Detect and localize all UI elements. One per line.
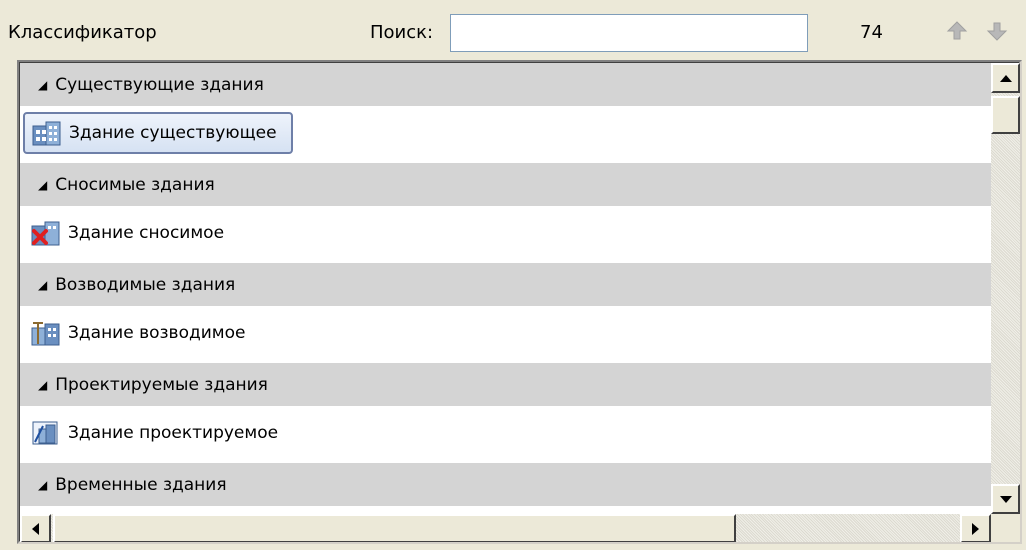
list-item: Здание существующее [20, 106, 991, 163]
scroll-down-arrow-icon [999, 495, 1012, 503]
scroll-up-arrow-icon [999, 74, 1012, 82]
collapse-triangle-icon[interactable]: ◢ [38, 478, 47, 492]
scroll-left-arrow-icon [32, 522, 39, 535]
list-item-label: Здание проектируемое [68, 423, 279, 443]
list-item-label: Здание существующее [69, 123, 277, 143]
list-item: Здание возводимое [20, 306, 991, 363]
scroll-up-button[interactable] [991, 63, 1020, 93]
group-header-demolished[interactable]: ◢ Сносимые здания [20, 163, 991, 206]
list-item: Здание проектируемое [20, 406, 991, 463]
arrow-up-icon[interactable] [944, 18, 970, 44]
scroll-right-button[interactable] [960, 514, 991, 542]
collapse-triangle-icon[interactable]: ◢ [38, 78, 47, 92]
search-input[interactable] [450, 14, 808, 52]
list-item-label: Здание сносимое [68, 223, 225, 243]
list-item-building-under-construction[interactable]: Здание возводимое [23, 312, 260, 354]
group-header-projected[interactable]: ◢ Проектируемые здания [20, 363, 991, 406]
result-count: 74 [860, 22, 883, 43]
list-item-label: Здание возводимое [68, 323, 246, 343]
classifier-panel: ◢ Существующие здания Здание существующе… [17, 60, 1022, 544]
horizontal-scroll-thumb[interactable] [53, 514, 736, 542]
list-item-existing-building[interactable]: Здание существующее [23, 112, 293, 154]
classifier-title: Классификатор [8, 22, 157, 43]
arrow-down-icon[interactable] [984, 18, 1010, 44]
group-header-existing[interactable]: ◢ Существующие здания [20, 63, 991, 106]
list-item-demolished-building[interactable]: Здание сносимое [23, 212, 239, 254]
list-item-projected-building[interactable]: Здание проектируемое [23, 412, 293, 454]
vertical-scrollbar[interactable] [991, 63, 1020, 514]
group-header-label: Сносимые здания [55, 174, 215, 195]
existing-building-icon [32, 120, 62, 146]
group-header-label: Временные здания [55, 474, 227, 495]
horizontal-scrollbar[interactable] [20, 514, 991, 542]
projected-building-icon [31, 420, 61, 446]
building-under-construction-icon [31, 320, 61, 346]
collapse-triangle-icon[interactable]: ◢ [38, 178, 47, 192]
scrollbar-corner [991, 514, 1020, 542]
group-header-label: Возводимые здания [55, 274, 236, 295]
panel-frame: ◢ Существующие здания Здание существующе… [19, 62, 1020, 542]
classifier-list: ◢ Существующие здания Здание существующе… [20, 63, 991, 514]
group-header-under-construction[interactable]: ◢ Возводимые здания [20, 263, 991, 306]
scroll-right-arrow-icon [972, 522, 979, 535]
scroll-down-button[interactable] [991, 484, 1020, 514]
scroll-left-button[interactable] [20, 514, 51, 542]
vertical-scroll-thumb[interactable] [991, 96, 1020, 134]
group-header-label: Существующие здания [55, 74, 264, 95]
group-header-temporary[interactable]: ◢ Временные здания [20, 463, 991, 506]
collapse-triangle-icon[interactable]: ◢ [38, 378, 47, 392]
toolbar: Классификатор Поиск: 74 [0, 0, 1026, 60]
collapse-triangle-icon[interactable]: ◢ [38, 278, 47, 292]
search-label: Поиск: [370, 22, 434, 43]
group-header-label: Проектируемые здания [55, 374, 268, 395]
list-item: Здание сносимое [20, 206, 991, 263]
demolished-building-icon [31, 220, 61, 246]
